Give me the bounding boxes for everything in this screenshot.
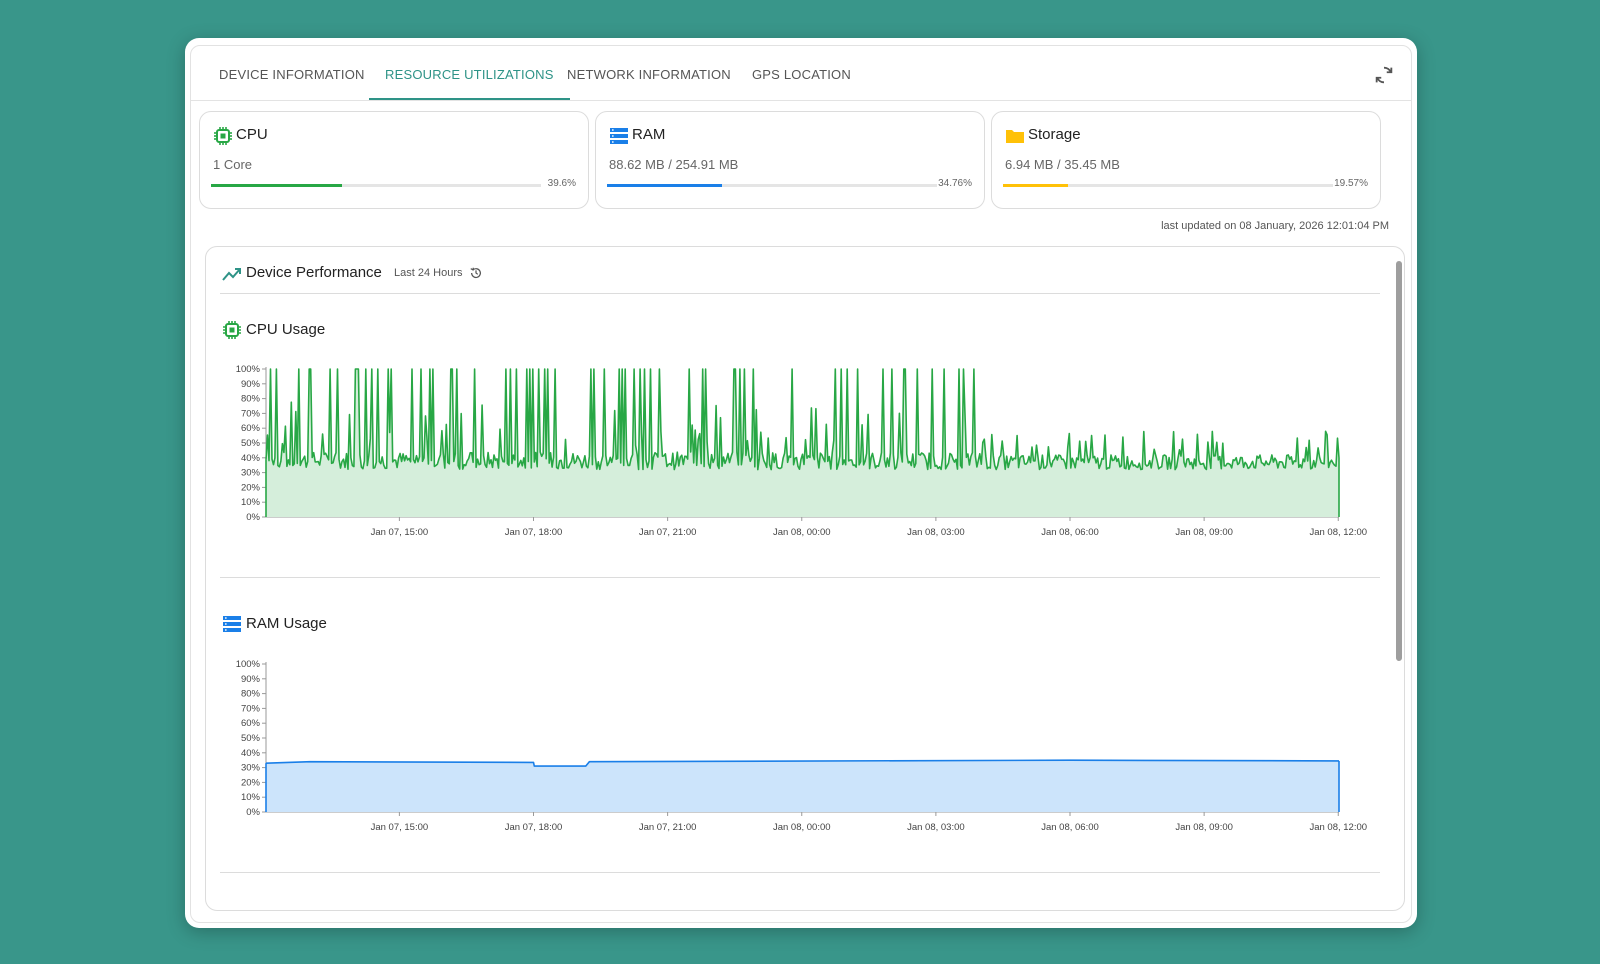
memory-icon bbox=[223, 616, 241, 632]
last-updated-text: last updated on 08 January, 2026 12:01:0… bbox=[1161, 220, 1389, 232]
storage-usage-text: 6.94 MB / 35.45 MB bbox=[1005, 157, 1120, 172]
y-tick-label: 40% bbox=[241, 453, 261, 464]
folder-icon bbox=[1006, 130, 1024, 143]
ram-progress-fill bbox=[607, 184, 722, 187]
cpu-core-count: 1 Core bbox=[213, 157, 253, 172]
divider bbox=[220, 577, 1380, 578]
y-tick-label: 40% bbox=[241, 748, 261, 759]
y-tick-label: 70% bbox=[241, 408, 261, 419]
tab-device-information[interactable]: DEVICE INFORMATION bbox=[203, 46, 381, 100]
cpu-card: CPU 1 Core 39.6% bbox=[199, 111, 589, 209]
x-tick-label: Jan 08, 06:00 bbox=[1041, 822, 1099, 833]
storage-card-title: Storage bbox=[1028, 126, 1081, 143]
x-tick-label: Jan 08, 00:00 bbox=[773, 527, 831, 538]
x-tick-label: Jan 07, 21:00 bbox=[639, 527, 697, 538]
x-tick-label: Jan 08, 03:00 bbox=[907, 822, 965, 833]
x-tick-label: Jan 08, 09:00 bbox=[1175, 822, 1233, 833]
y-tick-label: 20% bbox=[241, 777, 261, 788]
x-tick-label: Jan 08, 12:00 bbox=[1309, 822, 1367, 833]
storage-card: Storage 6.94 MB / 35.45 MB 19.57% bbox=[991, 111, 1381, 209]
x-tick-label: Jan 07, 18:00 bbox=[505, 527, 563, 538]
ram-card-title: RAM bbox=[632, 126, 666, 143]
cpu-chip-icon bbox=[214, 127, 232, 145]
x-tick-label: Jan 08, 00:00 bbox=[773, 822, 831, 833]
y-tick-label: 80% bbox=[241, 394, 261, 405]
cpu-card-title: CPU bbox=[236, 126, 268, 143]
y-tick-label: 100% bbox=[236, 364, 261, 375]
device-detail-panel: DEVICE INFORMATION RESOURCE UTILIZATIONS… bbox=[190, 45, 1412, 923]
y-tick-label: 90% bbox=[241, 674, 261, 685]
cpu-progress-fill bbox=[211, 184, 342, 187]
y-tick-label: 90% bbox=[241, 379, 261, 390]
tab-bar: DEVICE INFORMATION RESOURCE UTILIZATIONS… bbox=[191, 46, 1411, 101]
device-performance-panel: Device Performance Last 24 Hours CPU Usa… bbox=[205, 246, 1405, 911]
x-tick-label: Jan 07, 15:00 bbox=[371, 822, 429, 833]
y-tick-label: 30% bbox=[241, 468, 261, 479]
time-range-label[interactable]: Last 24 Hours bbox=[394, 267, 462, 279]
y-tick-label: 20% bbox=[241, 482, 261, 493]
y-tick-label: 50% bbox=[241, 438, 261, 449]
history-icon[interactable] bbox=[469, 266, 483, 280]
device-detail-window: DEVICE INFORMATION RESOURCE UTILIZATIONS… bbox=[185, 38, 1417, 928]
ram-usage-chart: 100% 90% 80% 70% 60% 50% 40% 30% 20% 10% 0% Jan 07,… bbox=[236, 659, 1367, 833]
ram-card: RAM 88.62 MB / 254.91 MB 34.76% bbox=[595, 111, 985, 209]
x-tick-label: Jan 08, 06:00 bbox=[1041, 527, 1099, 538]
y-tick-label: 10% bbox=[241, 792, 261, 803]
cpu-chip-icon bbox=[223, 321, 241, 339]
x-tick-label: Jan 07, 21:00 bbox=[639, 822, 697, 833]
y-tick-label: 60% bbox=[241, 423, 261, 434]
ram-progress-track bbox=[607, 184, 937, 187]
device-performance-title: Device Performance bbox=[246, 264, 382, 281]
y-tick-label: 80% bbox=[241, 689, 261, 700]
storage-percent: 19.57% bbox=[1334, 178, 1368, 189]
y-tick-label: 0% bbox=[246, 512, 260, 523]
cpu-usage-chart-title: CPU Usage bbox=[246, 321, 326, 338]
y-tick-label: 60% bbox=[241, 718, 261, 729]
x-tick-label: Jan 08, 09:00 bbox=[1175, 527, 1233, 538]
y-tick-label: 10% bbox=[241, 497, 261, 508]
y-tick-label: 50% bbox=[241, 733, 261, 744]
ram-usage-chart-title: RAM Usage bbox=[246, 615, 327, 632]
storage-progress-fill bbox=[1003, 184, 1068, 187]
x-tick-label: Jan 07, 18:00 bbox=[505, 822, 563, 833]
divider bbox=[220, 872, 1380, 873]
cpu-progress-track bbox=[211, 184, 541, 187]
tab-resource-utilizations[interactable]: RESOURCE UTILIZATIONS bbox=[369, 46, 570, 100]
trend-line-icon bbox=[222, 268, 241, 281]
y-tick-label: 0% bbox=[246, 807, 260, 818]
tab-network-information[interactable]: NETWORK INFORMATION bbox=[551, 46, 747, 100]
cpu-percent: 39.6% bbox=[547, 178, 576, 189]
x-tick-label: Jan 07, 15:00 bbox=[371, 527, 429, 538]
x-tick-label: Jan 08, 03:00 bbox=[907, 527, 965, 538]
x-tick-label: Jan 08, 12:00 bbox=[1309, 527, 1367, 538]
y-tick-label: 70% bbox=[241, 703, 261, 714]
storage-progress-track bbox=[1003, 184, 1333, 187]
ram-series-area bbox=[266, 760, 1339, 812]
y-tick-label: 30% bbox=[241, 763, 261, 774]
scrollbar-thumb[interactable] bbox=[1396, 261, 1402, 661]
memory-icon bbox=[610, 128, 628, 144]
ram-percent: 34.76% bbox=[938, 178, 972, 189]
ram-usage-text: 88.62 MB / 254.91 MB bbox=[609, 157, 739, 172]
cpu-usage-chart: 100% 90% 80% 70% 60% 50% 40% 30% 20% 10% 0% Jan 07,… bbox=[236, 364, 1367, 538]
y-tick-label: 100% bbox=[236, 659, 261, 670]
divider bbox=[220, 293, 1380, 294]
refresh-icon[interactable] bbox=[1373, 64, 1395, 86]
tab-gps-location[interactable]: GPS LOCATION bbox=[736, 46, 867, 100]
